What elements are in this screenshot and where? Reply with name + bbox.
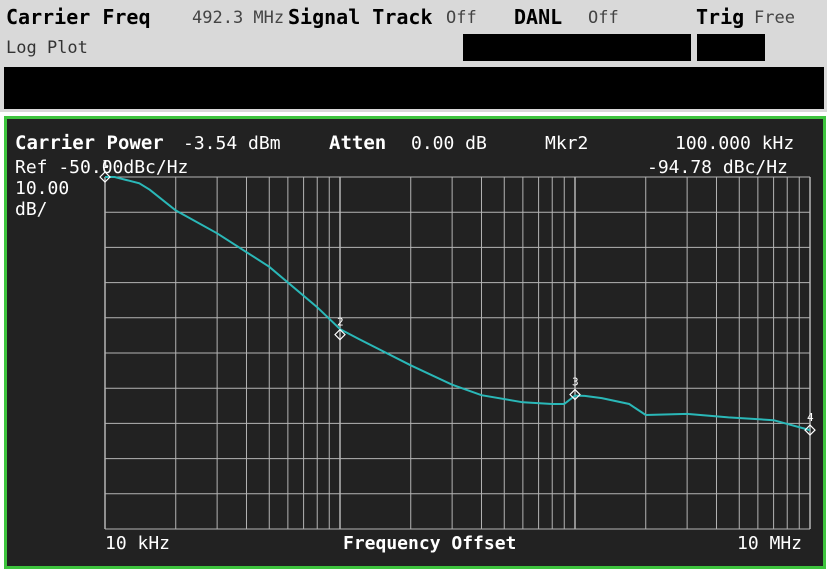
trig-value: Free <box>754 8 795 28</box>
marker-number-label: 1 <box>102 158 109 171</box>
view-mode-label: Log Plot <box>6 38 88 58</box>
status-indicator-box <box>463 34 691 61</box>
signal-track-value: Off <box>446 8 477 28</box>
danl-value: Off <box>588 8 619 28</box>
carrier-freq-value: 492.3 MHz <box>192 8 285 28</box>
log-plot-chart[interactable]: 1 2 3 4 <box>7 119 823 566</box>
carrier-freq-label: Carrier Freq <box>6 5 151 29</box>
frequency-axis-label: Frequency Offset <box>343 533 517 554</box>
marker-layer: 1 2 3 4 <box>99 158 816 436</box>
marker-number-label: 2 <box>337 316 344 329</box>
trigger-indicator-box <box>697 34 765 61</box>
plot-window[interactable]: Carrier Power -3.54 dBm Atten 0.00 dB Mk… <box>4 116 826 569</box>
marker-number-label: 4 <box>807 411 814 424</box>
danl-label: DANL <box>514 5 563 29</box>
start-frequency-label: 10 kHz <box>105 533 171 554</box>
status-panel: Carrier Freq 492.3 MHz Signal Track Off … <box>0 0 827 112</box>
marker-number-label: 3 <box>572 376 579 389</box>
status-row: Carrier Freq 492.3 MHz Signal Track Off … <box>6 2 821 32</box>
signal-track-label: Signal Track <box>288 5 433 29</box>
noise-trace <box>105 176 811 432</box>
message-bar <box>4 67 824 109</box>
stop-frequency-label: 10 MHz <box>737 533 803 554</box>
trig-label: Trig <box>696 5 745 29</box>
